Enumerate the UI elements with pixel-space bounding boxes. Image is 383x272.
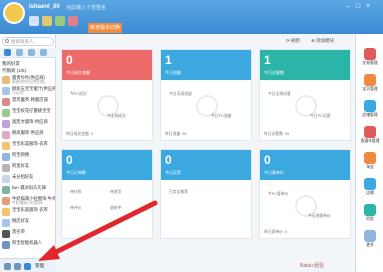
refresh-button[interactable]: ⟳ 刷新 <box>286 38 300 44</box>
tab-more[interactable] <box>40 49 47 56</box>
tab-contacts[interactable] <box>4 49 11 56</box>
tool-more[interactable]: 更多 <box>359 230 381 250</box>
avatar <box>2 142 10 150</box>
apps-icon[interactable] <box>55 16 65 26</box>
tool-ali[interactable]: 阿里 <box>359 204 381 224</box>
card-subtitle: 今日客单价 <box>264 170 284 175</box>
car-icon <box>364 126 376 138</box>
card-number: 0 <box>66 53 73 67</box>
card-subtitle: 今日成交金额 <box>66 70 90 75</box>
avatar <box>2 76 10 84</box>
avatar <box>2 98 10 106</box>
tool-ztc[interactable]: 直通车管理 <box>359 126 381 146</box>
card-subtitle: 今日买家 <box>165 170 181 175</box>
list-item[interactable]: 宝宝校花仔蜜桃宝宝 <box>1 108 55 119</box>
list-item[interactable]: 颜如玉宝宝蜜汁(供应商) 可以吗 <box>1 86 55 97</box>
avatar <box>2 208 10 216</box>
avatar <box>2 175 10 183</box>
list-item[interactable]: 蜜贵吵吵(供应商) 蜜贵吵吵吵(供应商) <box>1 75 55 86</box>
tool-goods[interactable]: 宝贝管理 <box>359 74 381 94</box>
annotation-arrow <box>38 200 158 261</box>
user-avatar[interactable] <box>3 2 25 24</box>
status-icon[interactable] <box>29 16 39 26</box>
avatar <box>2 197 10 205</box>
tab-recent[interactable] <box>28 49 35 56</box>
card-traffic[interactable]: 1 今日流量 今日无线流量 今日PC流量 昨日流量: 56 <box>160 49 252 141</box>
app-window: { "user": {"name": "Ishaenl_00", "signat… <box>0 0 383 272</box>
goods-icon <box>364 74 376 86</box>
taobao-icon <box>364 152 376 164</box>
card-subtitle: 今日订单数 <box>66 170 86 175</box>
add-module-button[interactable]: ⊕ 添加模块 <box>311 38 334 44</box>
avatar <box>2 230 10 238</box>
list-item[interactable]: 阿宝购物 <box>1 152 55 163</box>
avatar <box>2 109 10 117</box>
card-sales[interactable]: 0 今日成交金额 今PC成交 今无线成交 昨日成交金额: 0 <box>61 49 153 141</box>
close-icon[interactable]: × <box>364 3 372 11</box>
apps-icon[interactable] <box>14 263 21 270</box>
store-icon <box>364 178 376 190</box>
ali-icon <box>364 204 376 216</box>
card-number: 1 <box>264 53 271 67</box>
title-bar: Ishaenl_00 点此输入个性签名 新老版本切换 ‒ □ × <box>0 0 383 34</box>
sidebar-tabs <box>0 48 56 58</box>
card-number: 0 <box>165 153 172 167</box>
avatar <box>2 87 10 95</box>
avatar <box>2 120 10 128</box>
avatar <box>2 241 10 249</box>
minimize-icon[interactable]: ‒ <box>344 3 352 11</box>
version-switch-button[interactable]: 新老版本切换 <box>88 23 122 33</box>
username: Ishaenl_00 <box>29 4 60 10</box>
search-input[interactable]: 搜索联系人 <box>2 37 54 46</box>
shop-icon <box>364 100 376 112</box>
trade-icon <box>364 48 376 60</box>
avatar <box>2 164 10 172</box>
group-header[interactable]: 代销商 (1/5) <box>2 68 26 74</box>
card-buyers[interactable]: 0 今日买家 已卖宝推荐 <box>160 149 252 239</box>
tool-shop[interactable]: 店铺管理 <box>359 100 381 120</box>
avatar <box>2 131 10 139</box>
tool-taobao[interactable]: 淘宝 <box>359 152 381 172</box>
mail-icon[interactable] <box>42 16 52 26</box>
settings-icon[interactable] <box>4 263 11 270</box>
list-item[interactable]: 未分组好友 <box>1 174 55 185</box>
card-subtitle: 今日流量 <box>165 70 181 75</box>
card-visitors[interactable]: 1 今日访客数 今日无线访客 今日PC访客 昨日访客数: 56 <box>259 49 351 141</box>
search-placeholder: 搜索联系人 <box>11 39 34 44</box>
avatar <box>2 153 10 161</box>
message-icon[interactable] <box>68 16 78 26</box>
more-icon <box>364 230 376 242</box>
search-icon <box>5 39 9 43</box>
tool-store[interactable]: 店铺 <box>359 178 381 198</box>
list-item[interactable]: 奥凯文服饰·供应商 <box>1 119 55 130</box>
avatar <box>2 219 10 227</box>
list-item[interactable]: 阿里好友 <box>1 163 55 174</box>
card-subtitle: 今日访客数 <box>264 70 284 75</box>
avatar <box>2 186 10 194</box>
card-number: 0 <box>264 153 271 167</box>
watermark: Baidu 经验 <box>300 263 325 269</box>
right-tool-panel: 交易管理 宝贝管理 店铺管理 直通车管理 淘宝 店铺 阿里 更多 <box>355 34 383 272</box>
tool-trade[interactable]: 交易管理 <box>359 48 381 68</box>
signature-input[interactable]: 点此输入个性签名 <box>66 4 106 11</box>
tab-groups[interactable] <box>16 49 23 56</box>
maximize-icon[interactable]: □ <box>354 3 362 11</box>
list-item[interactable]: 宝宝彩美服饰·衣库 <box>1 141 55 152</box>
list-item[interactable]: 禁笑蕾英·韩蜜店铺 <box>1 97 55 108</box>
list-item[interactable]: 韩风服饰·供应商 <box>1 130 55 141</box>
card-number: 1 <box>165 53 172 67</box>
card-avg-price[interactable]: 0 今日客单价 今PC客单价 今无线客单价 昨日客单价: 0 <box>259 149 351 239</box>
group-header[interactable]: 我的好友 <box>2 61 20 67</box>
card-number: 0 <box>66 153 73 167</box>
